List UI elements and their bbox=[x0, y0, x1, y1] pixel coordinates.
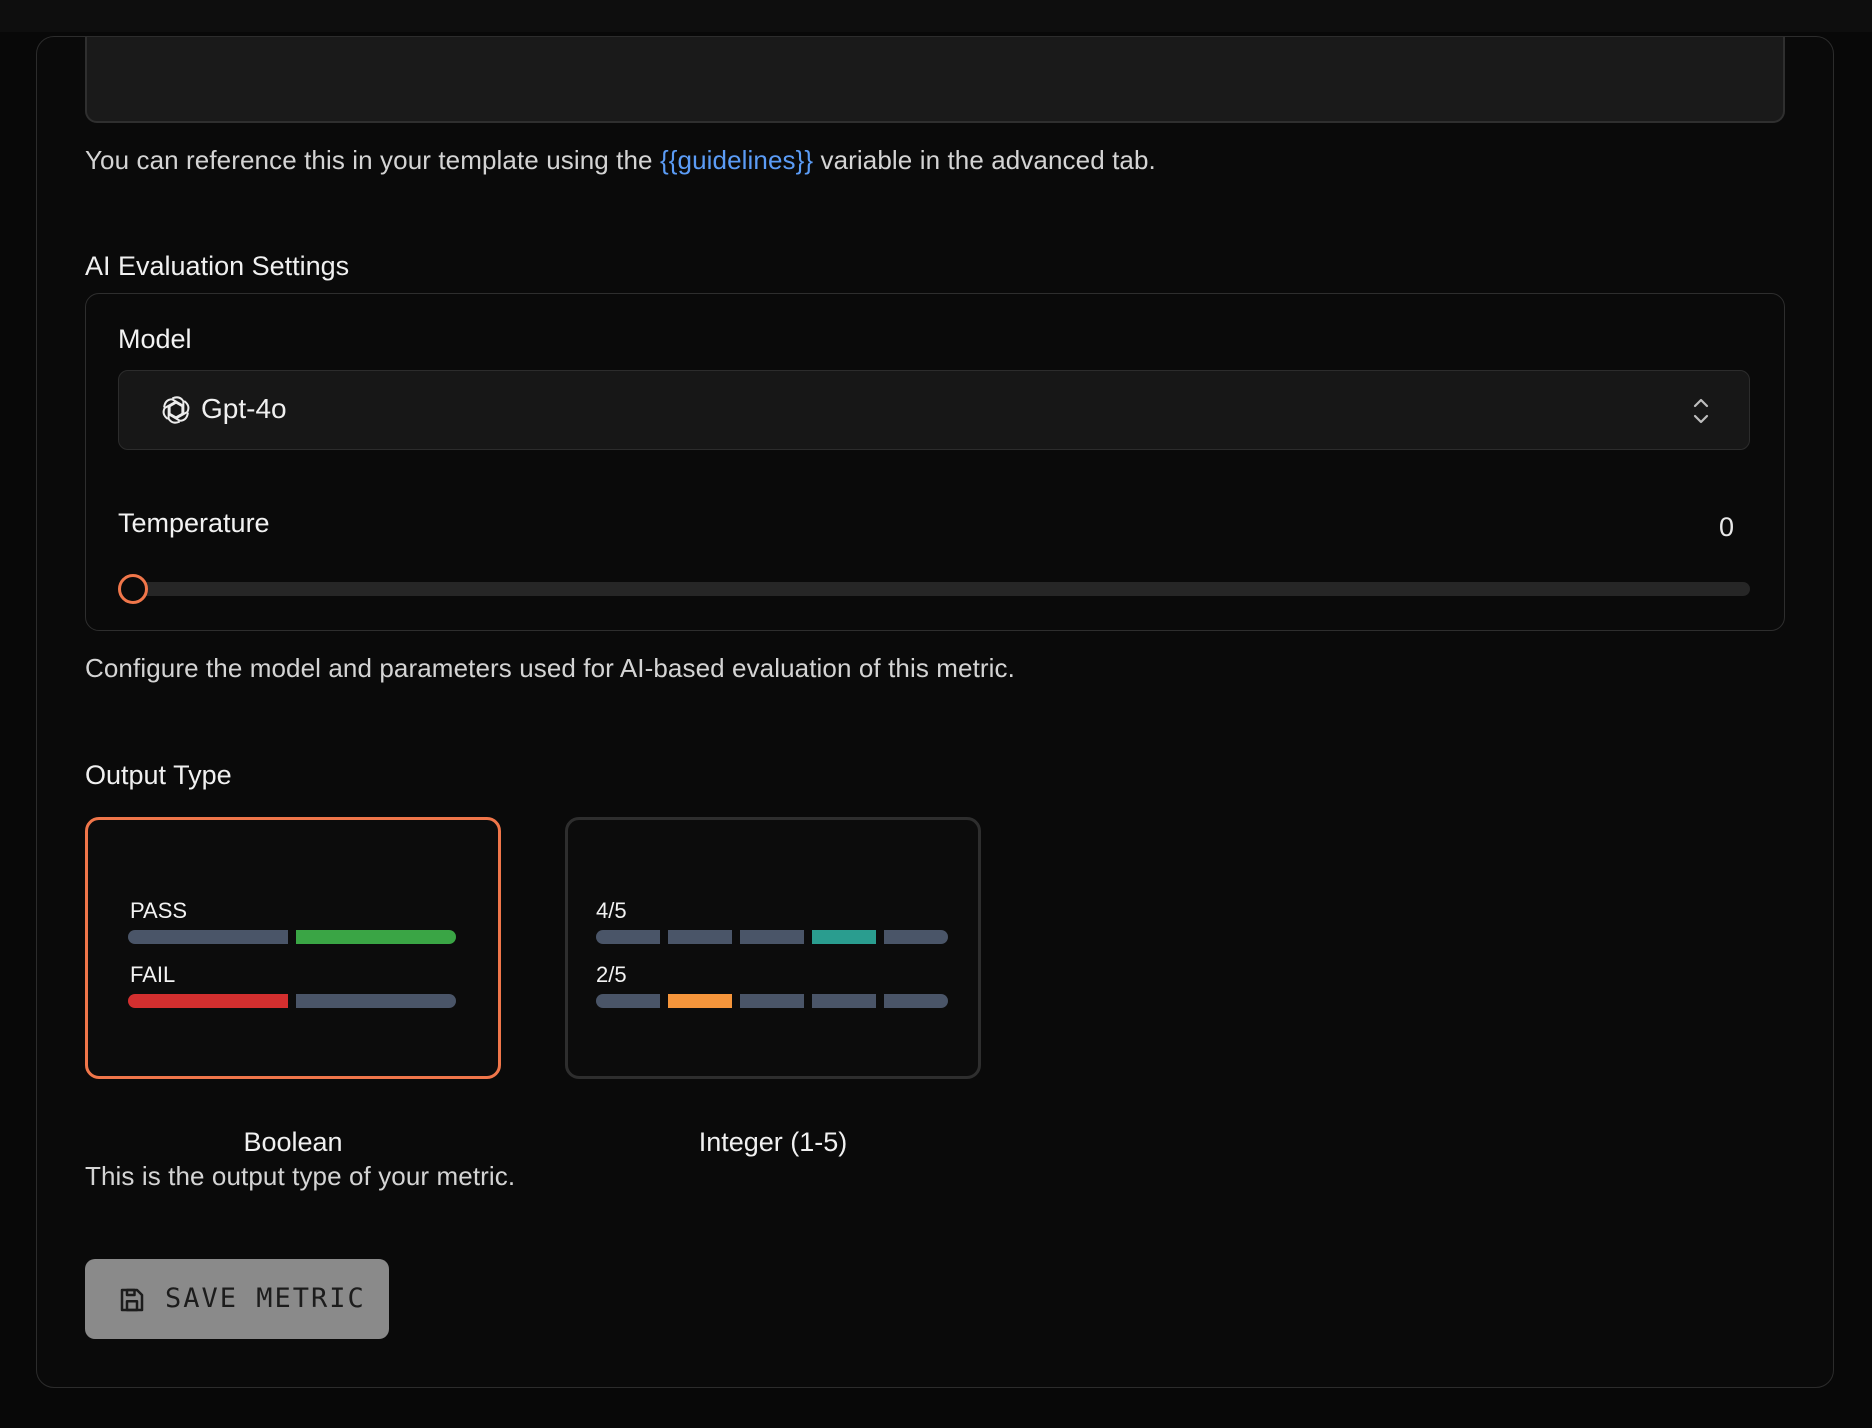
model-select[interactable]: Gpt-4o bbox=[118, 370, 1750, 450]
metric-editor-modal: You can reference this in your template … bbox=[36, 36, 1834, 1388]
fail-label: FAIL bbox=[130, 962, 176, 987]
fail-bar-left bbox=[128, 994, 288, 1008]
floppy-disk-icon bbox=[120, 1288, 144, 1312]
save-metric-button[interactable]: SAVE METRIC bbox=[85, 1259, 389, 1339]
ai-settings-hint: Configure the model and parameters used … bbox=[85, 653, 1015, 683]
score-2-seg-2 bbox=[668, 994, 732, 1008]
score-4-seg-3 bbox=[740, 930, 804, 944]
score-2-seg-4 bbox=[812, 994, 876, 1008]
guidelines-variable: {{guidelines}} bbox=[659, 145, 814, 175]
score-4-seg-2 bbox=[668, 930, 732, 944]
background-topbar bbox=[0, 0, 1872, 32]
output-option-integer[interactable]: 4/5 2/5 bbox=[565, 817, 981, 1079]
temperature-slider-track[interactable] bbox=[118, 582, 1750, 596]
boolean-caption: Boolean bbox=[243, 1127, 343, 1157]
guidelines-hint: You can reference this in your template … bbox=[85, 145, 1156, 176]
output-type-hint: This is the output type of your metric. bbox=[85, 1161, 516, 1191]
temperature-value: 0 bbox=[1718, 512, 1734, 542]
score-4-seg-1 bbox=[596, 930, 660, 944]
guidelines-textarea[interactable] bbox=[85, 37, 1785, 123]
guidelines-hint-prefix: You can reference this in your template … bbox=[85, 145, 653, 175]
ai-settings-box: Model Gpt-4o Temperature 0 bbox=[85, 293, 1785, 631]
openai-icon bbox=[162, 396, 190, 424]
ai-settings-label: AI Evaluation Settings bbox=[85, 251, 350, 281]
chevron-up-down-icon bbox=[1693, 398, 1709, 424]
pass-bar-right bbox=[296, 930, 456, 944]
pass-bar-left bbox=[128, 930, 288, 944]
model-label: Model bbox=[118, 324, 192, 354]
fail-bar-right bbox=[296, 994, 456, 1008]
pass-label: PASS bbox=[130, 898, 188, 923]
score-2-seg-1 bbox=[596, 994, 660, 1008]
score-2-label: 2/5 bbox=[596, 962, 627, 987]
guidelines-hint-suffix: variable in the advanced tab. bbox=[820, 145, 1156, 175]
score-4-seg-4 bbox=[812, 930, 876, 944]
score-2-seg-5 bbox=[884, 994, 948, 1008]
output-option-boolean[interactable]: PASS FAIL bbox=[85, 817, 501, 1079]
output-type-label: Output Type bbox=[85, 760, 232, 790]
temperature-slider-thumb[interactable] bbox=[118, 574, 148, 604]
integer-caption: Integer (1-5) bbox=[698, 1127, 848, 1157]
model-value: Gpt-4o bbox=[201, 393, 287, 424]
temperature-label: Temperature bbox=[118, 508, 270, 538]
score-4-label: 4/5 bbox=[596, 898, 627, 923]
score-4-seg-5 bbox=[884, 930, 948, 944]
save-metric-label: SAVE METRIC bbox=[165, 1283, 366, 1314]
score-2-seg-3 bbox=[740, 994, 804, 1008]
